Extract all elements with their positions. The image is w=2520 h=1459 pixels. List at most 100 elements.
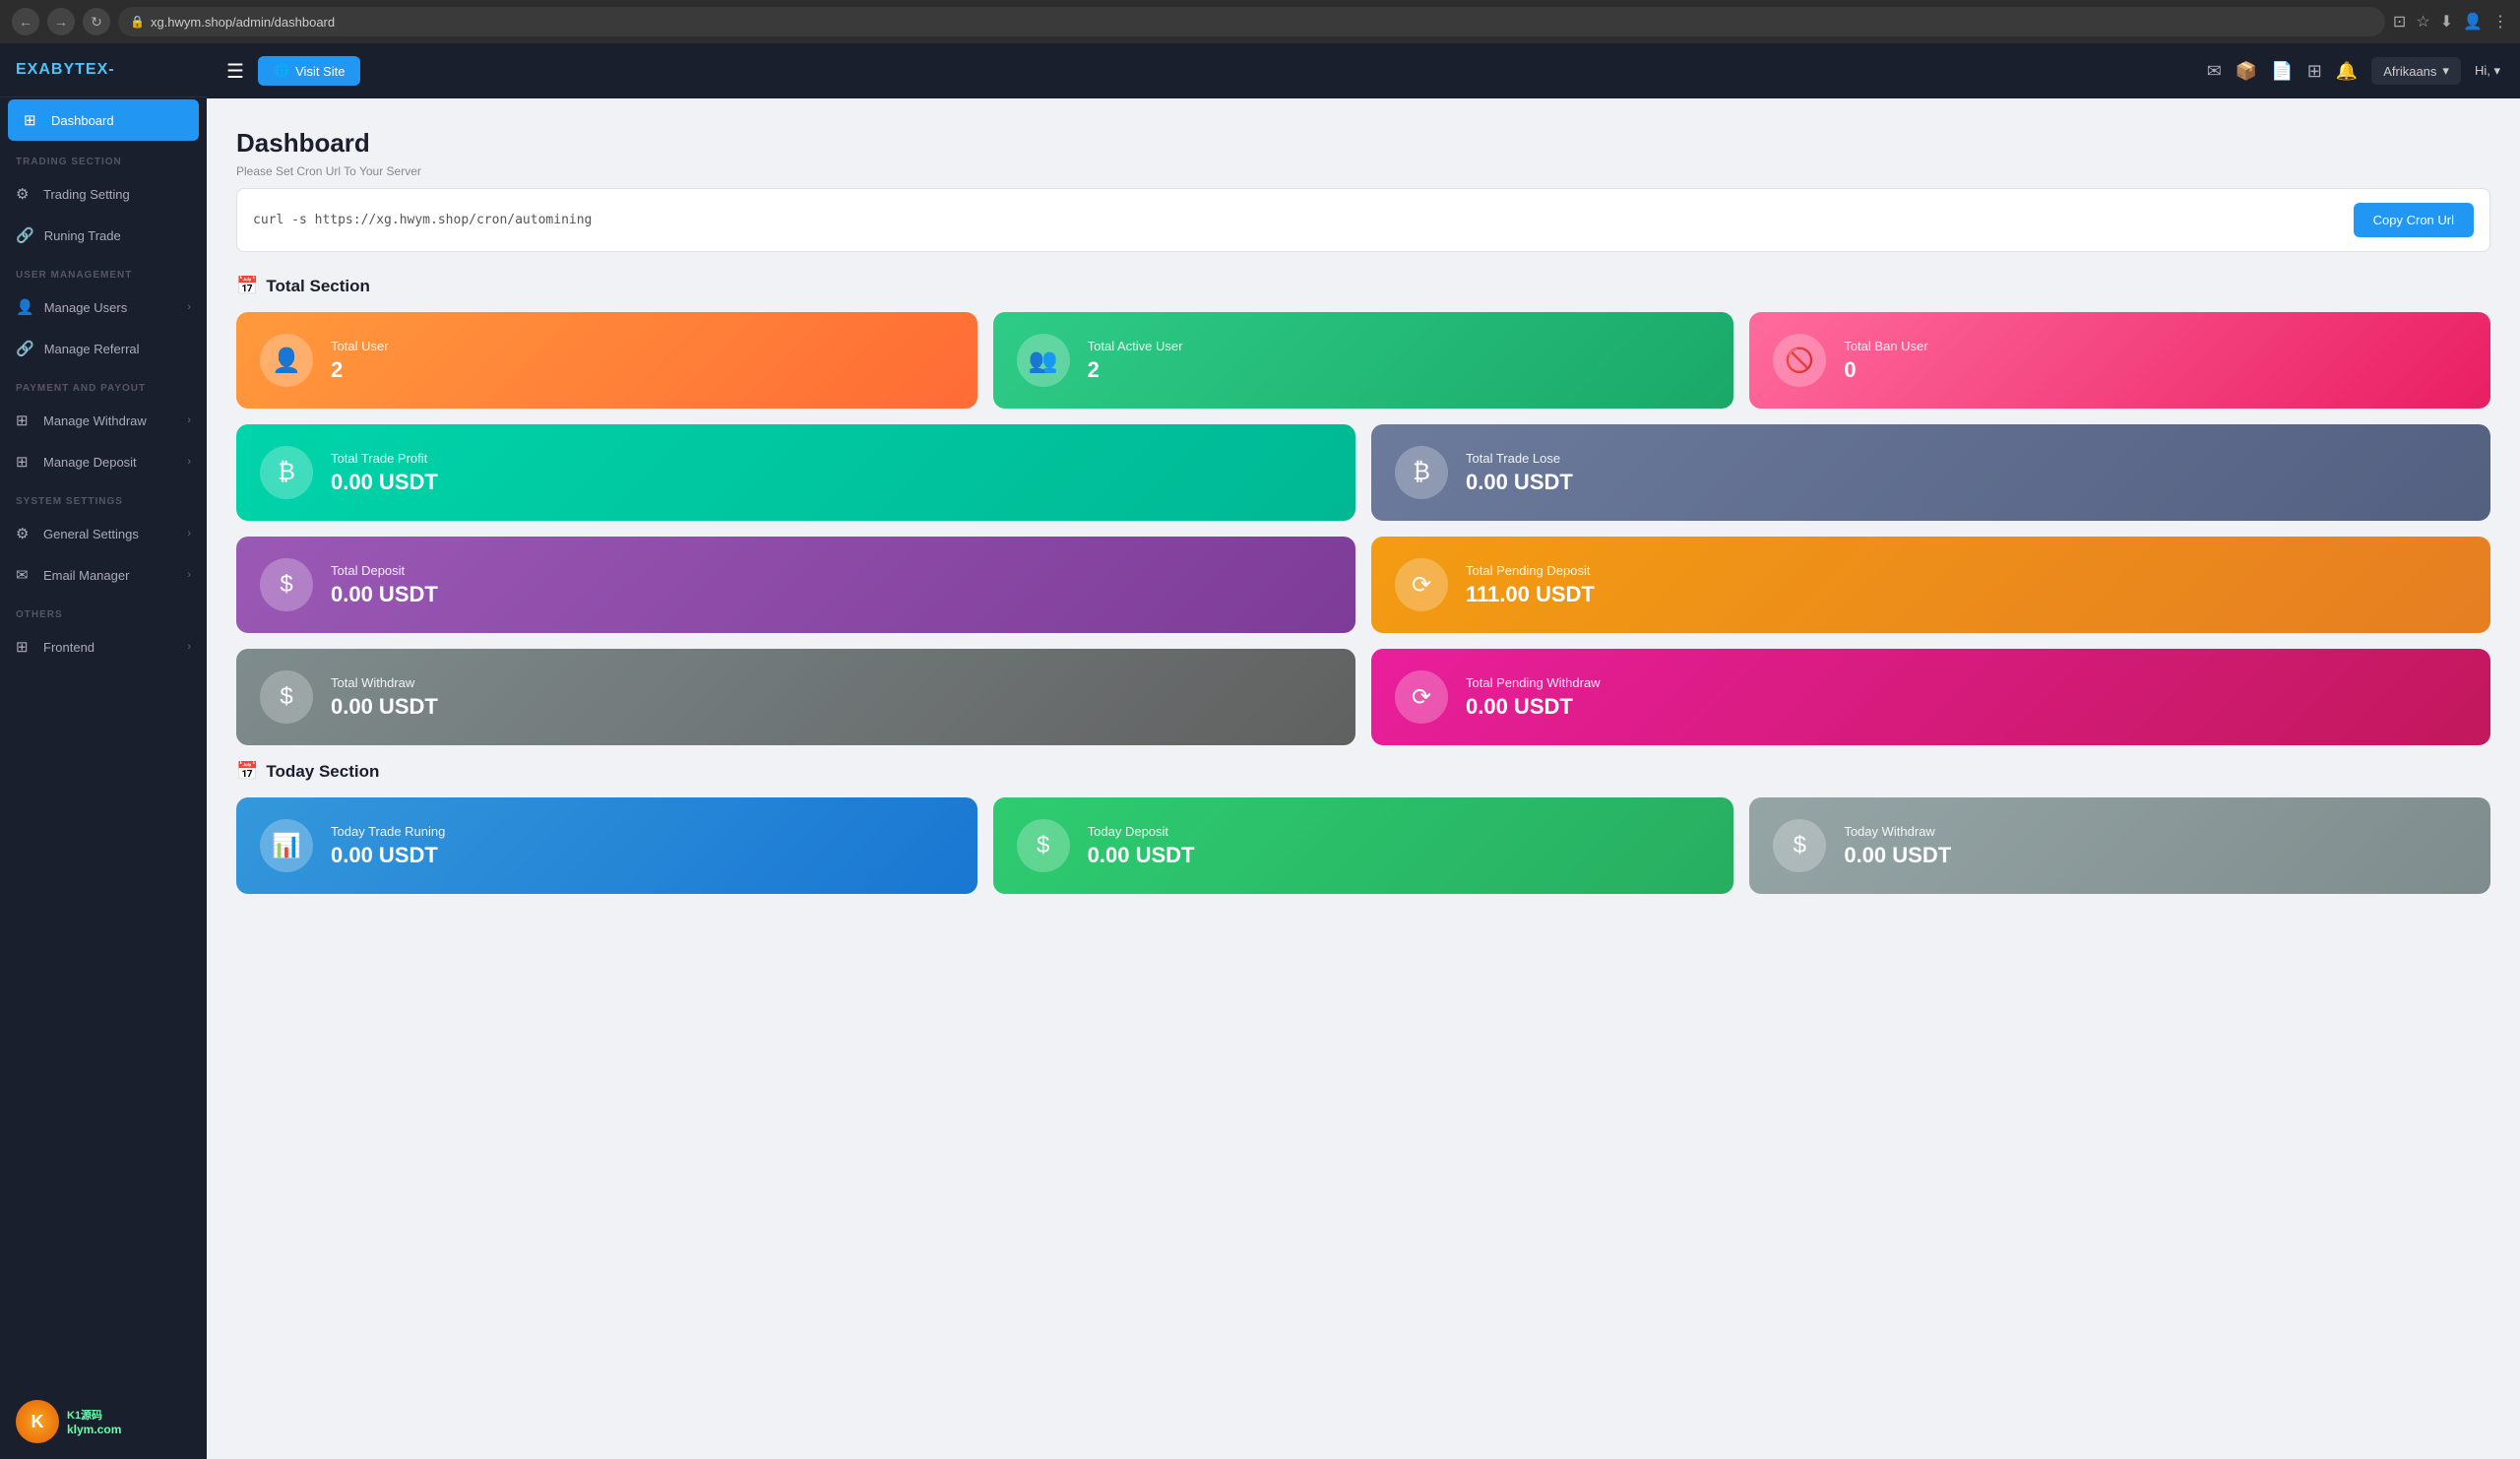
total-stats-row4: $ Total Withdraw 0.00 USDT ⟳ Total Pendi… (236, 649, 2490, 745)
sidebar-item-label: Manage Withdraw (43, 413, 147, 428)
box-icon[interactable]: 📦 (2236, 61, 2257, 82)
sidebar-item-runing-trade[interactable]: 🔗 Runing Trade (0, 215, 207, 256)
stat-card-today-deposit: $ Today Deposit 0.00 USDT (993, 797, 1734, 894)
sidebar-item-trading-setting[interactable]: ⚙ Trading Setting (0, 173, 207, 215)
sidebar-item-manage-deposit[interactable]: ⊞ Manage Deposit › (0, 441, 207, 482)
email-icon: ✉ (16, 566, 33, 584)
mail-icon[interactable]: ✉ (2207, 61, 2222, 82)
url-bar[interactable]: 🔒 xg.hwym.shop/admin/dashboard (118, 7, 2385, 36)
section-label-payment: PAYMENT AND PAYOUT (0, 369, 207, 400)
copy-cron-url-button[interactable]: Copy Cron Url (2354, 203, 2474, 237)
total-deposit-icon: $ (260, 558, 313, 611)
refresh-button[interactable]: ↻ (83, 8, 110, 35)
grid-icon[interactable]: ⊞ (2307, 61, 2322, 82)
pending-deposit-icon: ⟳ (1395, 558, 1448, 611)
today-section-header: 📅 Today Section (236, 761, 2490, 782)
sidebar-item-dashboard[interactable]: ⊞ Dashboard (8, 99, 199, 141)
ban-user-label: Total Ban User (1844, 339, 1927, 353)
chevron-right-icon: › (187, 569, 191, 581)
menu-icon[interactable]: ⋮ (2492, 12, 2508, 32)
chevron-right-icon: › (187, 456, 191, 468)
total-stats-row2: ₿ Total Trade Profit 0.00 USDT ₿ Total T… (236, 424, 2490, 521)
visit-site-label: Visit Site (295, 64, 345, 79)
total-withdraw-label: Total Withdraw (331, 675, 438, 690)
total-withdraw-value: 0.00 USDT (331, 694, 438, 720)
hamburger-menu-button[interactable]: ☰ (226, 59, 244, 84)
total-withdraw-icon: $ (260, 670, 313, 724)
user-mgmt-icon: 👤 (16, 298, 34, 316)
section-label-user-mgmt: USER MANAGEMENT (0, 256, 207, 286)
sidebar-item-label: Trading Setting (43, 187, 130, 202)
visit-site-button[interactable]: 🌐 Visit Site (258, 56, 361, 86)
chevron-right-icon: › (187, 528, 191, 539)
stat-card-active-user: 👥 Total Active User 2 (993, 312, 1734, 409)
total-user-label: Total User (331, 339, 389, 353)
settings-icon: ⚙ (16, 185, 33, 203)
total-user-value: 2 (331, 357, 389, 383)
lang-chevron-icon: ▾ (2442, 63, 2449, 79)
page-title: Dashboard (236, 128, 2490, 159)
sidebar-item-manage-withdraw[interactable]: ⊞ Manage Withdraw › (0, 400, 207, 441)
document-icon[interactable]: 📄 (2271, 61, 2293, 82)
today-deposit-value: 0.00 USDT (1088, 843, 1195, 868)
back-button[interactable]: ← (12, 8, 39, 35)
today-withdraw-label: Today Withdraw (1844, 824, 1951, 839)
pending-withdraw-value: 0.00 USDT (1466, 694, 1601, 720)
language-selector[interactable]: Afrikaans ▾ (2371, 57, 2461, 85)
logo-text: K1源码 klym.com (67, 1407, 121, 1436)
trade-lose-label: Total Trade Lose (1466, 451, 1573, 466)
bell-icon[interactable]: 🔔 (2336, 61, 2358, 82)
referral-icon: 🔗 (16, 340, 34, 357)
main-content: Dashboard Please Set Cron Url To Your Se… (207, 98, 2520, 1459)
active-user-label: Total Active User (1088, 339, 1183, 353)
trade-profit-icon: ₿ (260, 446, 313, 499)
general-settings-icon: ⚙ (16, 525, 33, 542)
sidebar-item-label: Manage Users (44, 300, 128, 315)
deposit-icon: ⊞ (16, 453, 33, 471)
stat-card-trade-lose: ₿ Total Trade Lose 0.00 USDT (1371, 424, 2490, 521)
calendar-icon: 📅 (236, 276, 258, 296)
chevron-right-icon: › (187, 301, 191, 313)
dashboard-icon: ⊞ (24, 111, 41, 129)
pending-withdraw-label: Total Pending Withdraw (1466, 675, 1601, 690)
trade-lose-value: 0.00 USDT (1466, 470, 1573, 495)
active-user-icon: 👥 (1017, 334, 1070, 387)
hi-label: Hi, (2475, 63, 2490, 78)
total-section-label: Total Section (266, 277, 369, 296)
sidebar: EXABYTEX- ⊞ Dashboard TRADING SECTION ⚙ … (0, 43, 207, 1459)
stat-card-total-deposit: $ Total Deposit 0.00 USDT (236, 537, 1355, 633)
section-label-system: SYSTEM SETTINGS (0, 482, 207, 513)
sidebar-item-label: Manage Deposit (43, 455, 137, 470)
stat-card-pending-withdraw: ⟳ Total Pending Withdraw 0.00 USDT (1371, 649, 2490, 745)
sidebar-item-label: Dashboard (51, 113, 114, 128)
sidebar-item-email-manager[interactable]: ✉ Email Manager › (0, 554, 207, 596)
active-user-value: 2 (1088, 357, 1183, 383)
translate-icon[interactable]: ⊡ (2393, 12, 2406, 32)
forward-button[interactable]: → (47, 8, 75, 35)
sidebar-item-label: Runing Trade (44, 228, 121, 243)
pending-withdraw-icon: ⟳ (1395, 670, 1448, 724)
today-calendar-icon: 📅 (236, 761, 258, 782)
frontend-icon: ⊞ (16, 638, 33, 656)
user-icon[interactable]: 👤 (2463, 12, 2483, 32)
trade-lose-icon: ₿ (1395, 446, 1448, 499)
user-menu[interactable]: Hi, ▾ (2475, 63, 2500, 79)
cron-url-text: curl -s https://xg.hwym.shop/cron/automi… (253, 213, 2342, 227)
sidebar-item-manage-users[interactable]: 👤 Manage Users › (0, 286, 207, 328)
sidebar-logo: K K1源码 klym.com (0, 1384, 207, 1459)
sidebar-item-general-settings[interactable]: ⚙ General Settings › (0, 513, 207, 554)
sidebar-item-manage-referral[interactable]: 🔗 Manage Referral (0, 328, 207, 369)
total-stats-row1: 👤 Total User 2 👥 Total Active User 2 🚫 (236, 312, 2490, 409)
stat-card-ban-user: 🚫 Total Ban User 0 (1749, 312, 2490, 409)
brand-text: EXABYTEX- (16, 61, 115, 78)
ban-user-icon: 🚫 (1773, 334, 1826, 387)
bookmark-icon[interactable]: ☆ (2416, 12, 2429, 32)
download-icon[interactable]: ⬇ (2440, 12, 2453, 32)
url-text: xg.hwym.shop/admin/dashboard (151, 15, 335, 30)
browser-actions: ⊡ ☆ ⬇ 👤 ⋮ (2393, 12, 2508, 32)
today-stats-grid: 📊 Today Trade Runing 0.00 USDT $ Today D… (236, 797, 2490, 894)
sidebar-item-frontend[interactable]: ⊞ Frontend › (0, 626, 207, 667)
section-label-trading: TRADING SECTION (0, 143, 207, 173)
logo-circle: K (16, 1400, 59, 1443)
today-section-label: Today Section (266, 762, 379, 782)
